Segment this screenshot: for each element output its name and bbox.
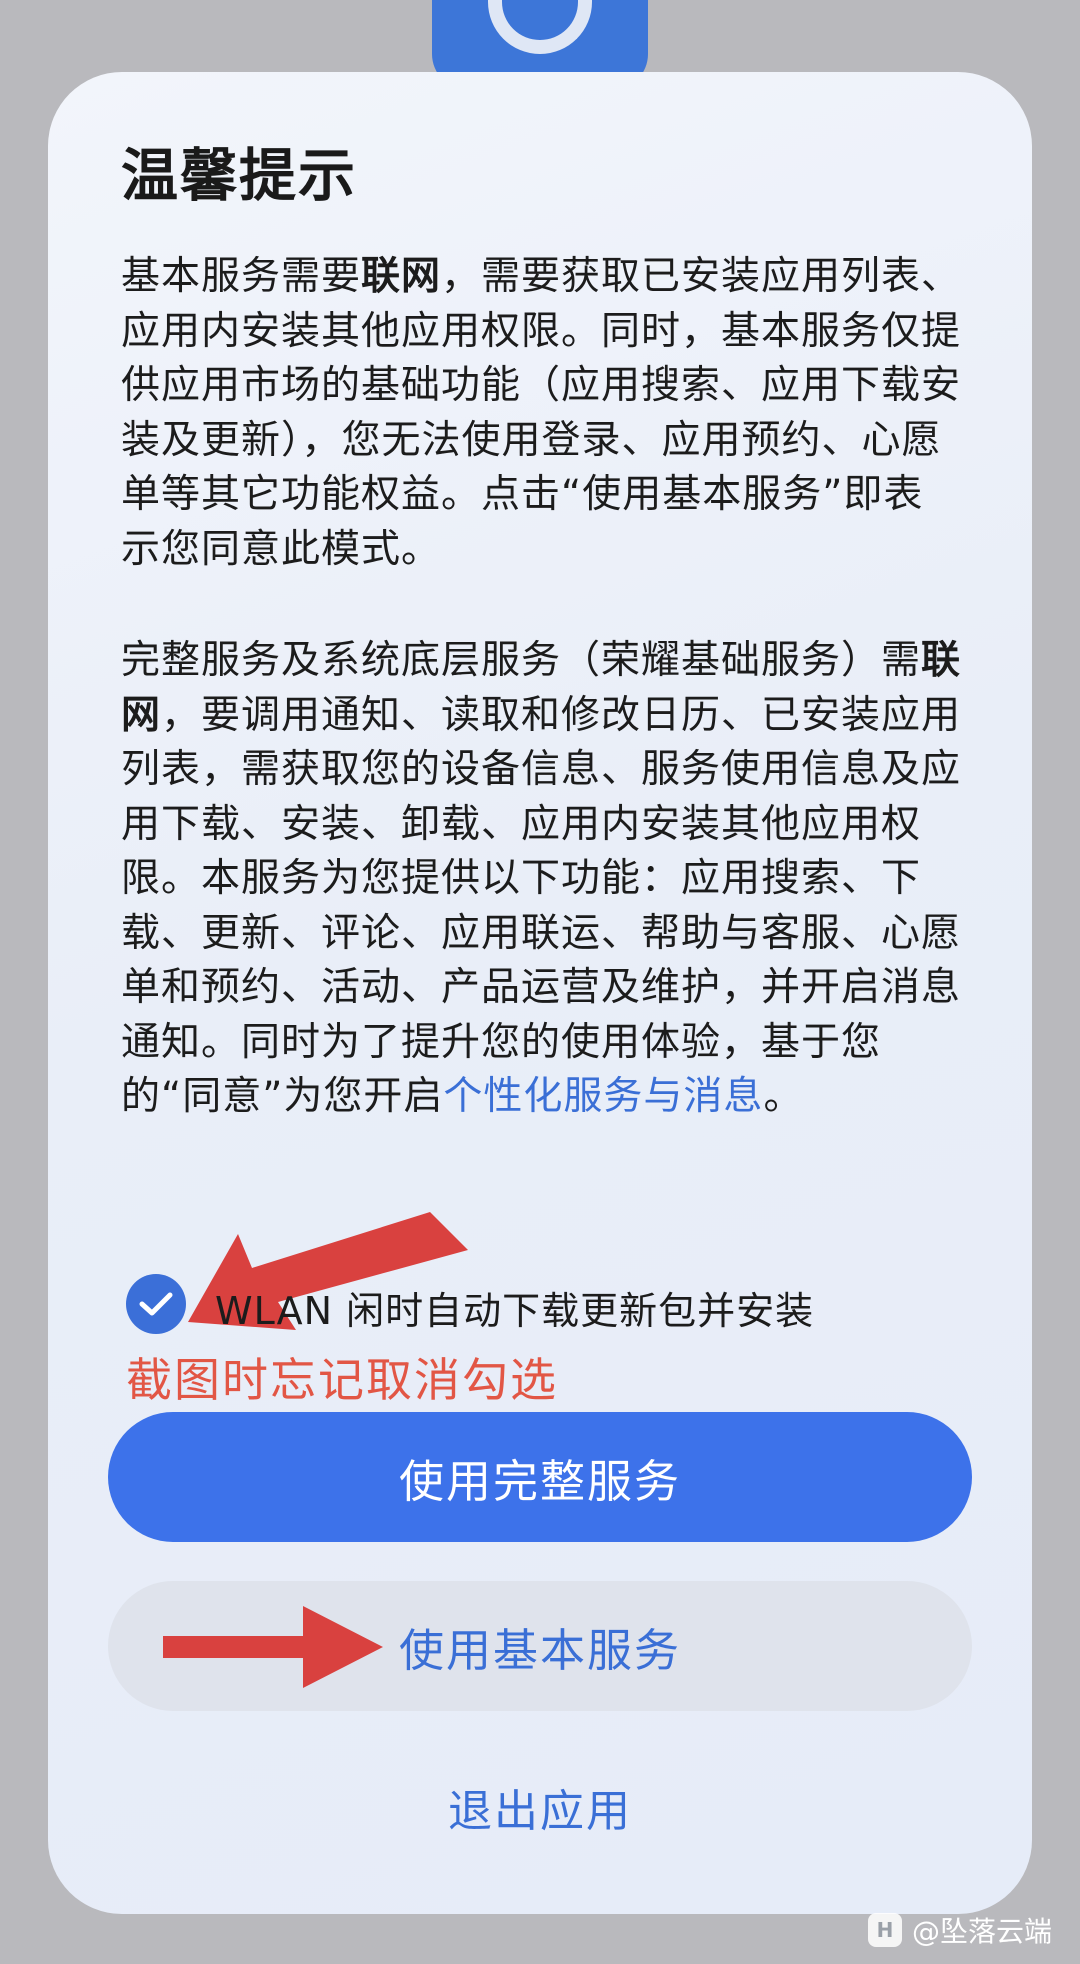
screen: 温馨提示 基本服务需要联网，需要获取已安装应用列表、应用内安装其他应用权限。同时… — [0, 0, 1080, 1964]
watermark: H @坠落云端 — [867, 1910, 1052, 1950]
basic-desc-network-bold: 联网 — [361, 254, 442, 299]
full-desc-end: 。 — [763, 1074, 804, 1119]
basic-desc-part2: ，需要获取已安装应用列表、应用内安装其他应用权限。同时，基本服务仅提供应用市场的… — [121, 254, 962, 572]
personalized-service-link[interactable]: 个性化服务与消息 — [443, 1074, 763, 1119]
wlan-auto-update-label[interactable]: WLAN 闲时自动下载更新包并安装 — [215, 1280, 814, 1335]
bag-handle — [488, 0, 592, 54]
checkmark-icon — [139, 1292, 173, 1316]
use-full-service-button[interactable]: 使用完整服务 — [108, 1412, 972, 1542]
red-arrow-to-checkbox-icon — [188, 1212, 468, 1330]
basic-desc-part1: 基本服务需要 — [121, 254, 362, 299]
exit-app-button[interactable]: 退出应用 — [108, 1762, 972, 1852]
watermark-logo-icon: H — [867, 1913, 902, 1947]
full-service-description: 完整服务及系统底层服务（荣耀基础服务）需联网，要调用通知、读取和修改日历、已安装… — [121, 634, 963, 1125]
full-desc-part2: ，要调用通知、读取和修改日历、已安装应用列表，需获取您的设备信息、服务使用信息及… — [121, 692, 962, 1120]
basic-service-description: 基本服务需要联网，需要获取已安装应用列表、应用内安装其他应用权限。同时，基本服务… — [121, 250, 963, 577]
notice-dialog: 温馨提示 基本服务需要联网，需要获取已安装应用列表、应用内安装其他应用权限。同时… — [48, 72, 1032, 1914]
dialog-title: 温馨提示 — [121, 143, 357, 209]
red-arrow-to-basic-button-icon — [163, 1606, 383, 1688]
full-desc-part1: 完整服务及系统底层服务（荣耀基础服务）需 — [121, 638, 922, 683]
wlan-auto-update-checkbox[interactable] — [126, 1274, 186, 1334]
annotation-note: 截图时忘记取消勾选 — [126, 1353, 558, 1407]
watermark-text: @坠落云端 — [911, 1915, 1052, 1948]
